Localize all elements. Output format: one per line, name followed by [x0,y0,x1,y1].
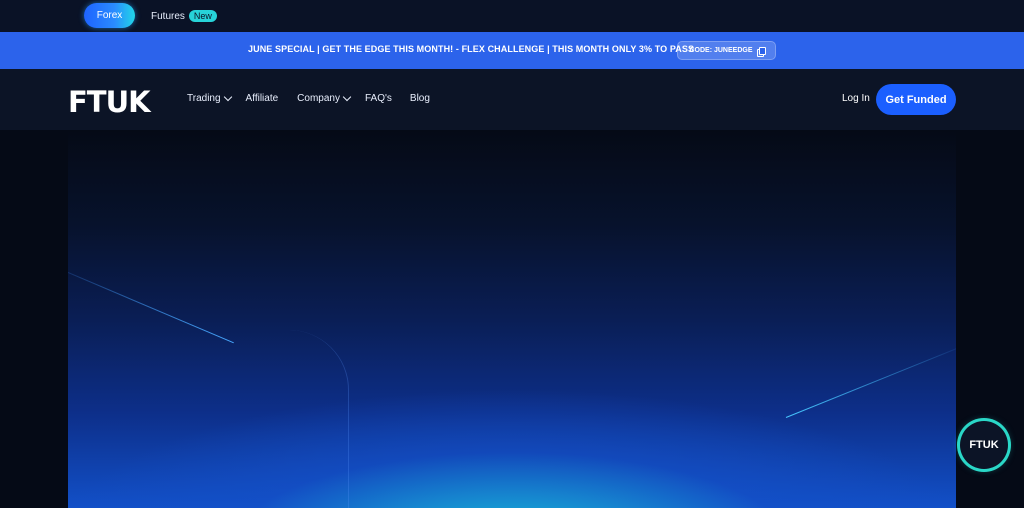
ftuk-logo[interactable]: FTUK [68,85,151,119]
nav-item-label: Trading [187,93,221,104]
market-switcher-bar: Forex Futures New [0,0,1024,32]
nav-item-faqs[interactable]: FAQ's [365,93,392,104]
tab-futures-label: Futures [151,10,185,22]
nav-item-label: Affiliate [245,93,279,104]
nav-item-label: Company [297,93,340,104]
promo-text: JUNE SPECIAL | GET THE EDGE THIS MONTH! … [248,44,695,54]
nav-item-affiliate[interactable]: Affiliate [246,93,279,104]
main-nav: Trading Affiliate Company FAQ's Blog [187,92,430,104]
chevron-down-icon [342,92,352,102]
site-header: FTUK Trading Affiliate Company FAQ's Blo… [0,69,1024,130]
copy-icon [756,46,766,57]
nav-item-label: Blog [409,93,430,104]
nav-item-company[interactable]: Company [297,92,352,104]
new-badge: New [188,10,217,22]
promo-code-button[interactable]: CODE: JUNEEDGE [677,41,776,60]
nav-item-label: FAQ's [364,93,392,104]
promo-code-label: CODE: JUNEEDGE [689,47,753,54]
login-link[interactable]: Log In [842,93,870,104]
nav-item-trading[interactable]: Trading [187,92,232,104]
chevron-down-icon [223,92,232,102]
light-beam-left [68,272,234,344]
chat-widget-logo: FTUK [969,439,999,451]
nav-item-blog[interactable]: Blog [410,93,430,104]
tab-forex[interactable]: Forex [84,3,135,28]
chat-widget-button[interactable]: FTUK [960,421,1008,469]
hero-section [68,130,956,508]
get-funded-button[interactable]: Get Funded [876,84,956,115]
promo-banner: JUNE SPECIAL | GET THE EDGE THIS MONTH! … [0,32,1024,69]
light-beam-right [785,347,956,418]
tab-futures[interactable]: Futures New [151,8,217,24]
hero-arc-decoration [248,330,349,508]
